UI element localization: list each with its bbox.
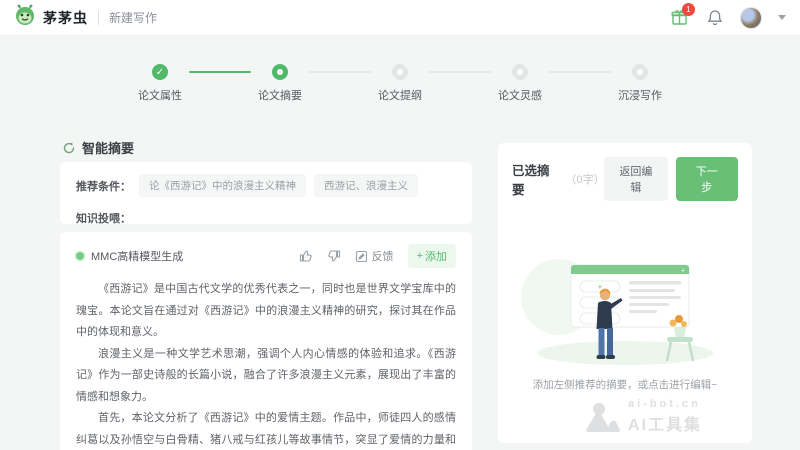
thumbs-up-button[interactable] — [299, 249, 313, 263]
svg-text:+: + — [681, 268, 685, 275]
abstract-paragraph: 《西游记》是中国古代文学的优秀代表之一，同时也是世界文学宝库中的瑰宝。本论文旨在… — [76, 283, 456, 338]
watermark-domain: ai-bot.cn — [628, 398, 701, 410]
conditions-row: 推荐条件： 论《西游记》中的浪漫主义精神 西游记、浪漫主义 — [76, 174, 456, 197]
feedback-icon — [355, 250, 367, 262]
gift-button[interactable]: 1 — [668, 2, 695, 29]
model-name: MMC高精模型生成 — [91, 251, 184, 263]
recommend-conditions-card: 推荐条件： 论《西游记》中的浪漫主义精神 西游记、浪漫主义 知识投喂： — [60, 162, 472, 226]
step-todo-dot — [632, 64, 648, 80]
user-avatar[interactable] — [740, 6, 762, 29]
feedback-button[interactable]: 反馈 — [355, 248, 394, 264]
stepper-connector — [429, 71, 491, 73]
top-header: 茅茅虫 新建写作 1 — [0, 0, 800, 36]
knowledge-feed-label: 知识投喂： — [76, 213, 131, 225]
smart-abstract-section-title: 智能摘要 — [62, 138, 134, 157]
step-immersive-writing[interactable]: 沉浸写作 — [611, 64, 669, 103]
empty-state-illustration: + +++ — [521, 259, 713, 365]
plus-icon: + — [416, 250, 423, 262]
empty-state-hint: 添加左侧推荐的摘要，或点击进行编辑~ — [532, 379, 718, 391]
gift-badge: 1 — [682, 2, 695, 16]
bell-icon — [707, 10, 723, 26]
brand-name: 茅茅虫 — [43, 9, 88, 26]
selected-abstract-count: （0字） — [565, 174, 605, 186]
step-todo-dot — [392, 64, 408, 80]
step-paper-outline[interactable]: 论文提纲 — [371, 64, 429, 103]
knowledge-feed-row: 知识投喂： — [76, 210, 456, 226]
brand-bug-icon — [14, 4, 36, 31]
step-current-dot — [272, 64, 288, 80]
abstract-text: 《西游记》是中国古代文学的优秀代表之一，同时也是世界文学宝库中的瑰宝。本论文旨在… — [76, 279, 456, 450]
header-divider — [98, 10, 99, 25]
step-paper-inspiration[interactable]: 论文灵感 — [491, 64, 549, 103]
abstract-paragraph: 浪漫主义是一种文学艺术思潮，强调个人内心情感的体验和追求。《西游记》作为一部史诗… — [76, 347, 456, 403]
watermark-title: AI工具集 — [628, 417, 703, 434]
step-paper-attributes[interactable]: ✓ 论文属性 — [131, 64, 189, 103]
selected-abstract-title: 已选摘要 — [512, 164, 550, 197]
abstract-paragraph: 首先，本论文分析了《西游记》中的爱情主题。作品中，师徒四人的感情纠葛以及孙悟空与… — [76, 412, 456, 446]
abstract-actions: 反馈 + 添加 — [299, 244, 456, 268]
stepper-connector — [549, 71, 611, 73]
brand-home-link[interactable]: 茅茅虫 — [14, 4, 88, 31]
step-done-check-icon: ✓ — [152, 64, 168, 80]
thumbs-down-icon — [327, 250, 340, 262]
empty-state-illustration-wrap: + +++ — [512, 245, 738, 367]
panel-buttons: 返回编辑 下一步 — [604, 157, 738, 201]
thumbs-up-icon — [299, 250, 312, 262]
conditions-label: 推荐条件： — [76, 180, 131, 193]
model-status-dot — [76, 252, 84, 260]
step-paper-abstract[interactable]: 论文摘要 — [251, 64, 309, 103]
selected-abstract-header: 已选摘要 （0字） 返回编辑 下一步 — [512, 157, 738, 201]
next-step-button[interactable]: 下一步 — [675, 157, 738, 201]
thumbs-down-button[interactable] — [327, 249, 341, 263]
wizard-stepper: ✓ 论文属性 论文摘要 论文提纲 论文灵感 沉浸写作 — [131, 64, 669, 103]
generated-abstract-card: MMC高精模型生成 反馈 + 添加 《西游记》是中国古代文学的优秀代表之一，同时… — [60, 232, 472, 450]
step-todo-dot — [512, 64, 528, 80]
back-to-edit-button[interactable]: 返回编辑 — [604, 157, 668, 201]
page-title: 新建写作 — [109, 11, 158, 25]
add-abstract-button[interactable]: + 添加 — [407, 244, 456, 268]
user-menu-chevron-down-icon[interactable] — [778, 15, 786, 20]
condition-tag: 论《西游记》中的浪漫主义精神 — [139, 174, 306, 197]
stepper-connector — [189, 71, 251, 73]
app-root: 茅茅虫 新建写作 1 ✓ 论文属性 论文摘要 论文提纲 论文灵感 沉浸写作 智能… — [0, 0, 800, 450]
refresh-icon — [63, 141, 75, 153]
watermark: ai-bot.cn AI工具集 — [586, 398, 702, 435]
watermark-logo-icon — [586, 402, 620, 432]
header-actions: 1 — [668, 2, 786, 29]
stepper-connector — [309, 71, 371, 73]
condition-tag: 西游记、浪漫主义 — [314, 174, 418, 197]
notifications-button[interactable] — [704, 7, 726, 29]
model-row: MMC高精模型生成 反馈 + 添加 — [76, 244, 456, 268]
